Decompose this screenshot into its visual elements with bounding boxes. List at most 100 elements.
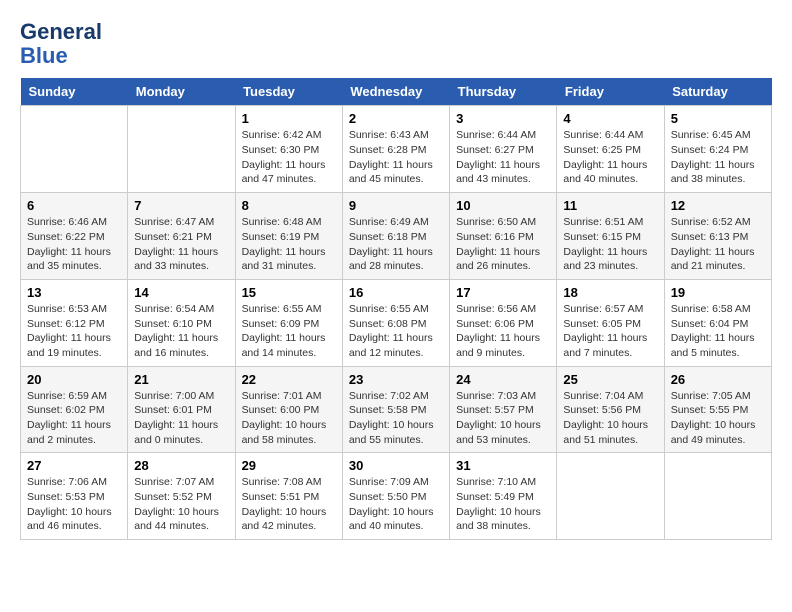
day-info: Sunrise: 6:43 AM Sunset: 6:28 PM Dayligh… [349,128,443,187]
weekday-header: Tuesday [235,78,342,106]
calendar-week-row: 27 Sunrise: 7:06 AM Sunset: 5:53 PM Dayli… [21,453,772,540]
calendar-week-row: 1 Sunrise: 6:42 AM Sunset: 6:30 PM Daylig… [21,106,772,193]
page-header: General Blue General Blue [20,20,772,68]
day-info: Sunrise: 6:55 AM Sunset: 6:09 PM Dayligh… [242,302,336,361]
day-number: 18 [563,285,657,300]
calendar-cell: 3 Sunrise: 6:44 AM Sunset: 6:27 PM Daylig… [450,106,557,193]
day-info: Sunrise: 6:57 AM Sunset: 6:05 PM Dayligh… [563,302,657,361]
calendar-cell: 20 Sunrise: 6:59 AM Sunset: 6:02 PM Dayli… [21,366,128,453]
day-info: Sunrise: 7:04 AM Sunset: 5:56 PM Dayligh… [563,389,657,448]
calendar-table: SundayMondayTuesdayWednesdayThursdayFrid… [20,78,772,540]
calendar-cell: 28 Sunrise: 7:07 AM Sunset: 5:52 PM Dayli… [128,453,235,540]
calendar-cell: 24 Sunrise: 7:03 AM Sunset: 5:57 PM Dayli… [450,366,557,453]
day-number: 13 [27,285,121,300]
day-number: 7 [134,198,228,213]
day-number: 25 [563,372,657,387]
calendar-cell: 13Sunrise: 6:53 AM Sunset: 6:12 PM Dayli… [21,279,128,366]
weekday-header: Sunday [21,78,128,106]
day-info: Sunrise: 7:03 AM Sunset: 5:57 PM Dayligh… [456,389,550,448]
calendar-week-row: 6 Sunrise: 6:46 AM Sunset: 6:22 PM Daylig… [21,193,772,280]
day-number: 31 [456,458,550,473]
calendar-week-row: 20 Sunrise: 6:59 AM Sunset: 6:02 PM Dayli… [21,366,772,453]
day-number: 1 [242,111,336,126]
day-number: 23 [349,372,443,387]
logo: General Blue General Blue [20,20,102,68]
calendar-week-row: 13Sunrise: 6:53 AM Sunset: 6:12 PM Dayli… [21,279,772,366]
day-info: Sunrise: 6:44 AM Sunset: 6:27 PM Dayligh… [456,128,550,187]
day-number: 21 [134,372,228,387]
calendar-cell: 10 Sunrise: 6:50 AM Sunset: 6:16 PM Dayli… [450,193,557,280]
calendar-cell: 6 Sunrise: 6:46 AM Sunset: 6:22 PM Daylig… [21,193,128,280]
day-info: Sunrise: 7:07 AM Sunset: 5:52 PM Dayligh… [134,475,228,534]
weekday-header: Thursday [450,78,557,106]
day-number: 9 [349,198,443,213]
day-number: 2 [349,111,443,126]
day-info: Sunrise: 6:49 AM Sunset: 6:18 PM Dayligh… [349,215,443,274]
day-info: Sunrise: 6:56 AM Sunset: 6:06 PM Dayligh… [456,302,550,361]
calendar-cell: 14 Sunrise: 6:54 AM Sunset: 6:10 PM Dayli… [128,279,235,366]
day-number: 19 [671,285,765,300]
calendar-header-row: SundayMondayTuesdayWednesdayThursdayFrid… [21,78,772,106]
calendar-cell: 21 Sunrise: 7:00 AM Sunset: 6:01 PM Dayli… [128,366,235,453]
calendar-cell [664,453,771,540]
day-number: 28 [134,458,228,473]
calendar-cell: 26 Sunrise: 7:05 AM Sunset: 5:55 PM Dayli… [664,366,771,453]
logo-blue: Blue [20,44,102,68]
day-number: 14 [134,285,228,300]
day-info: Sunrise: 6:52 AM Sunset: 6:13 PM Dayligh… [671,215,765,274]
day-number: 16 [349,285,443,300]
calendar-cell [128,106,235,193]
day-info: Sunrise: 6:50 AM Sunset: 6:16 PM Dayligh… [456,215,550,274]
day-number: 3 [456,111,550,126]
day-info: Sunrise: 6:51 AM Sunset: 6:15 PM Dayligh… [563,215,657,274]
day-number: 27 [27,458,121,473]
day-number: 30 [349,458,443,473]
calendar-cell: 25 Sunrise: 7:04 AM Sunset: 5:56 PM Dayli… [557,366,664,453]
calendar-cell: 12 Sunrise: 6:52 AM Sunset: 6:13 PM Dayli… [664,193,771,280]
day-info: Sunrise: 7:00 AM Sunset: 6:01 PM Dayligh… [134,389,228,448]
day-info: Sunrise: 7:10 AM Sunset: 5:49 PM Dayligh… [456,475,550,534]
day-number: 15 [242,285,336,300]
weekday-header: Saturday [664,78,771,106]
day-info: Sunrise: 6:55 AM Sunset: 6:08 PM Dayligh… [349,302,443,361]
calendar-cell: 31 Sunrise: 7:10 AM Sunset: 5:49 PM Dayli… [450,453,557,540]
day-number: 17 [456,285,550,300]
day-info: Sunrise: 7:05 AM Sunset: 5:55 PM Dayligh… [671,389,765,448]
calendar-cell: 30Sunrise: 7:09 AM Sunset: 5:50 PM Dayli… [342,453,449,540]
day-info: Sunrise: 6:45 AM Sunset: 6:24 PM Dayligh… [671,128,765,187]
day-number: 26 [671,372,765,387]
day-number: 12 [671,198,765,213]
calendar-cell: 19Sunrise: 6:58 AM Sunset: 6:04 PM Dayli… [664,279,771,366]
day-number: 4 [563,111,657,126]
calendar-cell: 23Sunrise: 7:02 AM Sunset: 5:58 PM Dayli… [342,366,449,453]
day-info: Sunrise: 7:06 AM Sunset: 5:53 PM Dayligh… [27,475,121,534]
day-info: Sunrise: 6:42 AM Sunset: 6:30 PM Dayligh… [242,128,336,187]
day-info: Sunrise: 6:46 AM Sunset: 6:22 PM Dayligh… [27,215,121,274]
calendar-cell [21,106,128,193]
calendar-cell: 18 Sunrise: 6:57 AM Sunset: 6:05 PM Dayli… [557,279,664,366]
calendar-cell: 29Sunrise: 7:08 AM Sunset: 5:51 PM Dayli… [235,453,342,540]
calendar-cell: 5Sunrise: 6:45 AM Sunset: 6:24 PM Daylig… [664,106,771,193]
day-info: Sunrise: 6:47 AM Sunset: 6:21 PM Dayligh… [134,215,228,274]
day-number: 11 [563,198,657,213]
weekday-header: Wednesday [342,78,449,106]
calendar-cell: 15 Sunrise: 6:55 AM Sunset: 6:09 PM Dayli… [235,279,342,366]
day-number: 20 [27,372,121,387]
calendar-cell: 16 Sunrise: 6:55 AM Sunset: 6:08 PM Dayli… [342,279,449,366]
calendar-cell: 17 Sunrise: 6:56 AM Sunset: 6:06 PM Dayli… [450,279,557,366]
calendar-cell: 9 Sunrise: 6:49 AM Sunset: 6:18 PM Daylig… [342,193,449,280]
calendar-cell: 2 Sunrise: 6:43 AM Sunset: 6:28 PM Daylig… [342,106,449,193]
day-info: Sunrise: 7:01 AM Sunset: 6:00 PM Dayligh… [242,389,336,448]
day-number: 6 [27,198,121,213]
day-number: 24 [456,372,550,387]
day-info: Sunrise: 6:48 AM Sunset: 6:19 PM Dayligh… [242,215,336,274]
day-info: Sunrise: 6:54 AM Sunset: 6:10 PM Dayligh… [134,302,228,361]
day-number: 29 [242,458,336,473]
logo-general: General [20,20,102,44]
calendar-cell: 1 Sunrise: 6:42 AM Sunset: 6:30 PM Daylig… [235,106,342,193]
weekday-header: Friday [557,78,664,106]
calendar-cell: 11 Sunrise: 6:51 AM Sunset: 6:15 PM Dayli… [557,193,664,280]
day-info: Sunrise: 6:59 AM Sunset: 6:02 PM Dayligh… [27,389,121,448]
day-number: 10 [456,198,550,213]
day-number: 8 [242,198,336,213]
